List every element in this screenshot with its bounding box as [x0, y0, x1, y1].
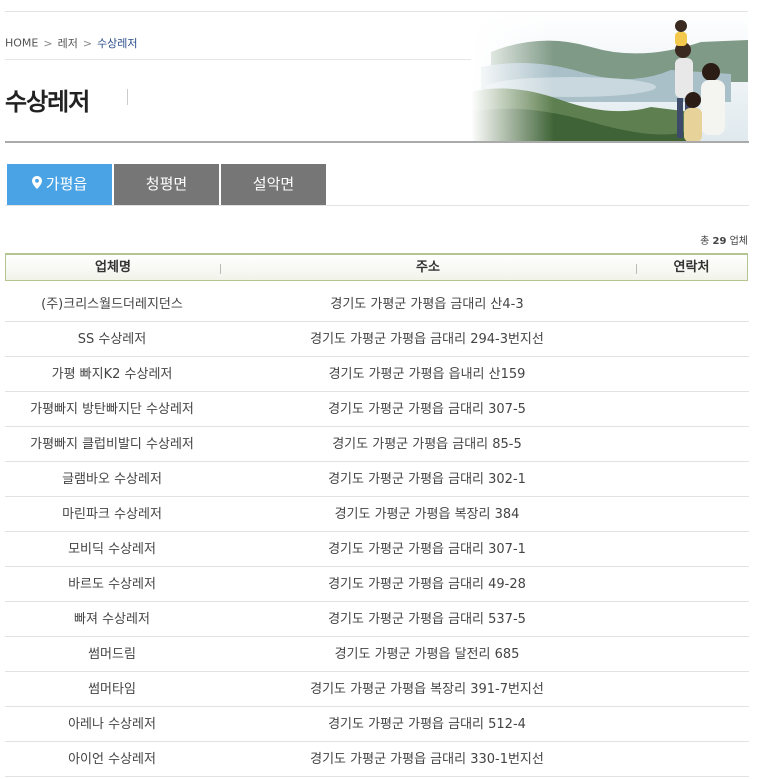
tab-label: 가평읍 [45, 175, 88, 193]
company-name: 모비딕 수상레저 [68, 542, 156, 557]
header-bottom-rule [5, 141, 749, 143]
tab-label: 설악면 [252, 175, 295, 193]
table-row[interactable]: 빠져 수상레저 경기도 가평군 가평읍 금대리 537-5 [5, 602, 749, 637]
company-name: 아레나 수상레저 [68, 717, 156, 732]
chevron-right-icon: > [43, 36, 53, 50]
company-address: 경기도 가평군 가평읍 금대리 330-1번지선 [310, 752, 544, 767]
company-name: (주)크리스월드더레지던스 [41, 297, 183, 312]
tabs-divider [5, 205, 749, 206]
title-divider [127, 89, 128, 105]
map-pin-icon [31, 164, 42, 205]
company-address: 경기도 가평군 가평읍 금대리 307-1 [328, 542, 526, 557]
table-row[interactable]: 가평 빠지K2 수상레저 경기도 가평군 가평읍 읍내리 산159 [5, 357, 749, 392]
company-address: 경기도 가평군 가평읍 금대리 537-5 [328, 612, 526, 627]
table-row[interactable]: 아이언 수상레저 경기도 가평군 가평읍 금대리 330-1번지선 [5, 742, 749, 777]
count-prefix: 총 [700, 236, 710, 247]
table-row[interactable]: 바르도 수상레저 경기도 가평군 가평읍 금대리 49-28 [5, 567, 749, 602]
tab-gapyeong-eup[interactable]: 가평읍 [7, 164, 112, 205]
business-count: 총 29 업체 [700, 232, 748, 247]
chevron-right-icon: > [82, 36, 93, 50]
company-name: 바르도 수상레저 [68, 577, 156, 592]
company-address: 경기도 가평군 가평읍 금대리 산4-3 [330, 297, 524, 312]
table-row[interactable]: 가평빠지 클럽비발디 수상레저 경기도 가평군 가평읍 금대리 85-5 [5, 427, 749, 462]
table-row[interactable]: (주)크리스월드더레지던스 경기도 가평군 가평읍 금대리 산4-3 [5, 287, 749, 322]
company-address: 경기도 가평군 가평읍 금대리 307-5 [328, 402, 526, 417]
table-row[interactable]: 모비딕 수상레저 경기도 가평군 가평읍 금대리 307-1 [5, 532, 749, 567]
company-address: 경기도 가평군 가평읍 달전리 685 [334, 647, 520, 662]
company-address: 경기도 가평군 가평읍 금대리 512-4 [328, 717, 526, 732]
company-name: 가평빠지 방탄빠지단 수상레저 [30, 402, 194, 417]
company-name: SS 수상레저 [77, 332, 147, 347]
hero-image [471, 12, 748, 142]
breadcrumb-current: 수상레저 [97, 37, 138, 50]
breadcrumb: HOME > 레저 > 수상레저 [5, 35, 138, 51]
breadcrumb-level1[interactable]: 레저 [58, 37, 78, 50]
company-name: 가평 빠지K2 수상레저 [51, 367, 173, 382]
table-row[interactable]: 아레나 수상레저 경기도 가평군 가평읍 금대리 512-4 [5, 707, 749, 742]
breadcrumb-divider [5, 59, 471, 60]
company-name: 썸머드림 [88, 647, 136, 662]
family-landscape-illustration [471, 12, 748, 142]
table-row[interactable]: 가평빠지 방탄빠지단 수상레저 경기도 가평군 가평읍 금대리 307-5 [5, 392, 749, 427]
business-table-body: (주)크리스월드더레지던스 경기도 가평군 가평읍 금대리 산4-3 SS 수상레… [5, 287, 749, 777]
page-title: 수상레저 [5, 88, 90, 116]
table-row[interactable]: 썸머타임 경기도 가평군 가평읍 복장리 391-7번지선 [5, 672, 749, 707]
tab-cheongpyeong-myeon[interactable]: 청평면 [114, 164, 219, 205]
company-address: 경기도 가평군 가평읍 금대리 49-28 [328, 577, 526, 592]
header-contact: 연락처 [673, 260, 710, 275]
company-address: 경기도 가평군 가평읍 읍내리 산159 [328, 367, 526, 382]
company-name: 아이언 수상레저 [68, 752, 156, 767]
company-name: 글램바오 수상레저 [62, 472, 162, 487]
table-row[interactable]: 글램바오 수상레저 경기도 가평군 가평읍 금대리 302-1 [5, 462, 749, 497]
company-address: 경기도 가평군 가평읍 금대리 85-5 [332, 437, 522, 452]
company-name: 썸머타임 [88, 682, 136, 697]
company-address: 경기도 가평군 가평읍 금대리 294-3번지선 [310, 332, 544, 347]
header-company-name: 업체명 [95, 260, 131, 275]
company-address: 경기도 가평군 가평읍 복장리 391-7번지선 [310, 682, 544, 697]
count-value: 29 [712, 236, 727, 247]
breadcrumb-home[interactable]: HOME [5, 37, 38, 50]
tab-label: 청평면 [145, 175, 188, 193]
company-name: 마린파크 수상레저 [62, 507, 162, 522]
company-address: 경기도 가평군 가평읍 금대리 302-1 [328, 472, 526, 487]
tab-seorak-myeon[interactable]: 설악면 [221, 164, 326, 205]
table-row[interactable]: 마린파크 수상레저 경기도 가평군 가평읍 복장리 384 [5, 497, 749, 532]
table-header: 업체명 주소 연락처 [5, 253, 748, 281]
company-name: 가평빠지 클럽비발디 수상레저 [30, 437, 194, 452]
company-name: 빠져 수상레저 [74, 612, 150, 627]
company-address: 경기도 가평군 가평읍 복장리 384 [334, 507, 520, 522]
header-address: 주소 [416, 260, 440, 275]
count-suffix: 업체 [729, 236, 748, 247]
table-row[interactable]: SS 수상레저 경기도 가평군 가평읍 금대리 294-3번지선 [5, 322, 749, 357]
table-row[interactable]: 썸머드림 경기도 가평군 가평읍 달전리 685 [5, 637, 749, 672]
